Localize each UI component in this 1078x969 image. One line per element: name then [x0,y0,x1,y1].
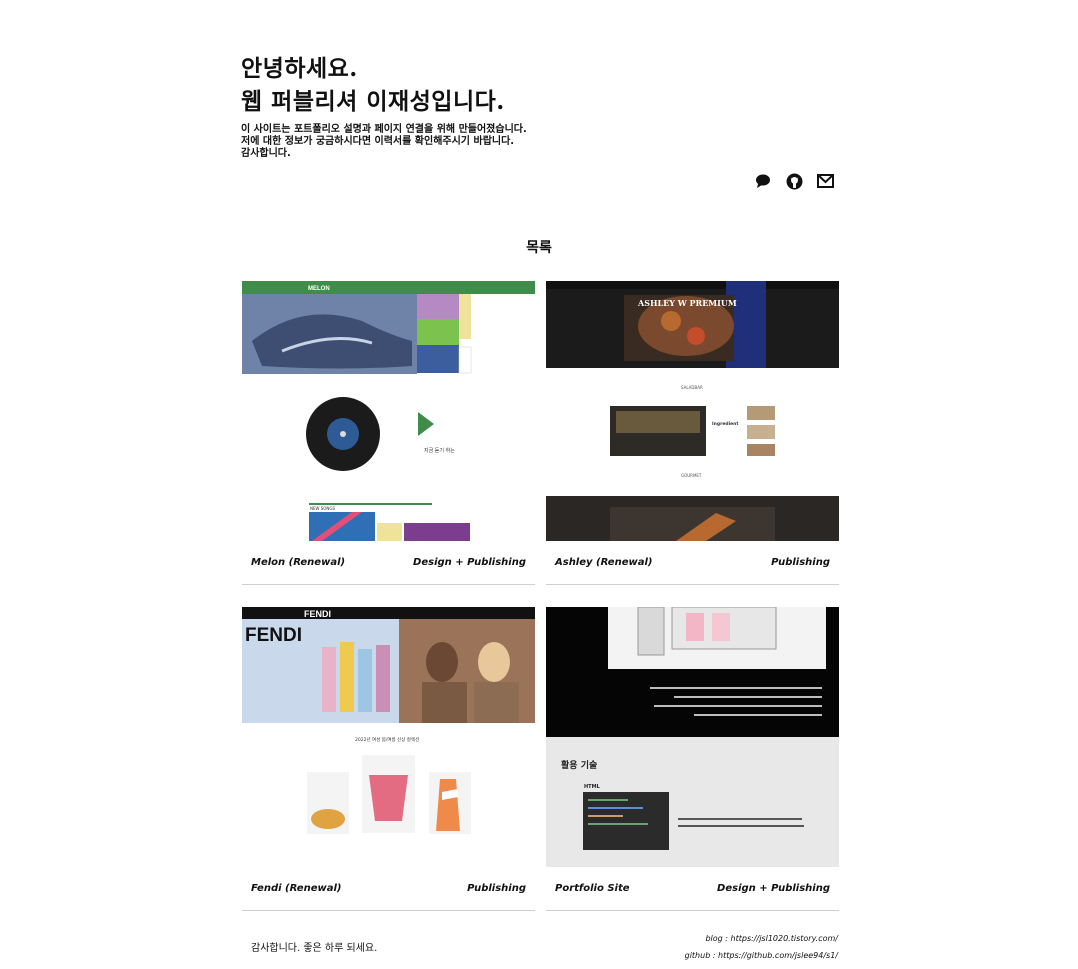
card-melon[interactable]: MELON 지금 듣기 하는 NEW SONGS Melon (Renewal)… [242,281,535,585]
blog-link[interactable]: blog : https://jsl1020.tistory.com/ [685,930,838,947]
ashley-saladbar-label: SALADBAR [681,385,703,390]
card-tag: Publishing [467,883,526,894]
portfolio-html-label: HTML [584,784,601,790]
card-tag: Design + Publishing [717,883,830,894]
fendi-hero-logo: FENDI [245,625,302,646]
footer-links: blog : https://jsl1020.tistory.com/ gith… [685,930,838,964]
melon-new-songs: NEW SONGS [310,506,336,511]
card-caption: Ashley (Renewal) Publishing [546,541,839,585]
fendi-nav-logo: FENDI [304,609,331,619]
list-title: 목록 [526,240,552,256]
fendi-collection-title: 2022년 여성 봄/여름 신상 컬렉션 [355,736,419,743]
thumbnail-portfolio[interactable]: 활용 기술 HTML [546,607,839,867]
card-portfolio[interactable]: 활용 기술 HTML Portfolio Site Design + Publi… [546,607,839,911]
intro-line-2: 저에 대한 정보가 궁금하시다면 이력서를 확인해주시기 바랍니다. [241,136,515,147]
portfolio-section-title: 활용 기술 [561,759,597,771]
github-link[interactable]: github : https://github.com/jslee94/s1/ [685,947,838,964]
thumbnail-ashley[interactable]: ASHLEY W PREMIUM SALADBAR Ingredient GOU… [546,281,839,541]
card-caption: Melon (Renewal) Design + Publishing [242,541,535,585]
footer-thanks: 감사합니다. 좋은 하루 되세요. [251,943,378,954]
card-tag: Publishing [771,557,830,568]
card-caption: Fendi (Renewal) Publishing [242,867,535,911]
page-title: 안녕하세요. 웹 퍼블리셔 이재성입니다. [241,52,505,118]
ashley-hero-text: ASHLEY W PREMIUM [637,298,737,308]
card-title[interactable]: Portfolio Site [555,883,630,894]
thumbnail-fendi[interactable]: FENDI FENDI 2022년 여성 봄/여름 신상 컬렉션 [242,607,535,867]
thumbnail-melon[interactable]: MELON 지금 듣기 하는 NEW SONGS [242,281,535,541]
card-title[interactable]: Melon (Renewal) [251,557,345,568]
card-fendi[interactable]: FENDI FENDI 2022년 여성 봄/여름 신상 컬렉션 Fendi (… [242,607,535,911]
melon-logo: MELON [308,286,330,292]
title-line-2: 웹 퍼블리셔 이재성입니다. [241,88,505,115]
card-ashley[interactable]: ASHLEY W PREMIUM SALADBAR Ingredient GOU… [546,281,839,585]
card-title[interactable]: Ashley (Renewal) [555,557,652,568]
mail-icon[interactable] [816,172,834,190]
intro-line-1: 이 사이트는 포트폴리오 설명과 페이지 연결을 위해 만들어졌습니다. [241,124,527,135]
card-caption: Portfolio Site Design + Publishing [546,867,839,911]
title-line-1: 안녕하세요. [241,55,358,82]
melon-now-playing: 지금 듣기 하는 [424,447,455,454]
card-tag: Design + Publishing [413,557,526,568]
ashley-gourmet-label: GOURMET [681,473,702,478]
github-icon[interactable] [785,172,803,190]
card-title[interactable]: Fendi (Renewal) [251,883,341,894]
social-links [754,172,834,190]
chat-icon[interactable] [754,172,772,190]
intro-line-3: 감사합니다. [241,148,291,159]
ashley-ingredient-text: Ingredient [712,421,739,427]
intro-text: 이 사이트는 포트폴리오 설명과 페이지 연결을 위해 만들어졌습니다. 저에 … [241,124,527,160]
